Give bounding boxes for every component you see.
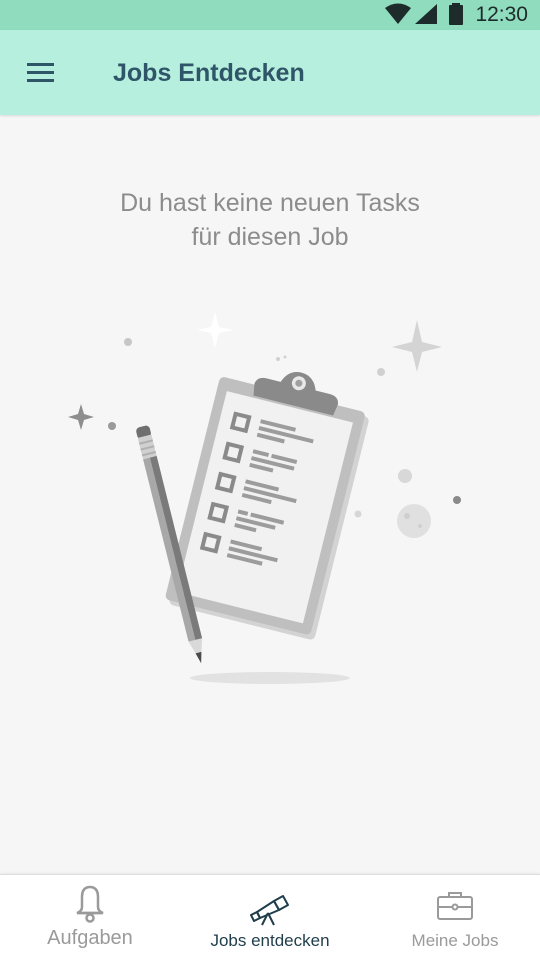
bottom-navigation: Aufgaben Jobs entdecken Meine Jobs	[0, 874, 540, 961]
nav-item-aufgaben[interactable]: Aufgaben	[0, 875, 180, 961]
nav-label-meine-jobs: Meine Jobs	[411, 931, 499, 950]
status-time: 12:30	[475, 3, 528, 26]
telescope-icon	[248, 891, 292, 932]
empty-state-line-2: für diesen Job	[191, 223, 349, 251]
cell-signal-icon	[414, 3, 438, 30]
nav-item-jobs-entdecken[interactable]: Jobs entdecken	[180, 875, 360, 961]
wifi-icon	[384, 3, 412, 30]
menu-button[interactable]	[16, 50, 68, 96]
bell-icon	[72, 885, 108, 928]
clipboard-with-pencil-illustration	[60, 300, 480, 700]
status-bar: 12:30	[0, 0, 540, 30]
empty-state-message: Du hast keine neuen Tasks für diesen Job	[70, 186, 470, 254]
briefcase-icon	[436, 891, 474, 926]
battery-icon	[448, 3, 464, 30]
page-title: Jobs Entdecken	[113, 59, 305, 87]
empty-state-line-1: Du hast keine neuen Tasks	[120, 189, 420, 217]
nav-item-meine-jobs[interactable]: Meine Jobs	[365, 875, 540, 961]
app-bar: Jobs Entdecken	[0, 30, 540, 115]
nav-label-aufgaben: Aufgaben	[47, 927, 133, 949]
nav-label-jobs-entdecken: Jobs entdecken	[210, 931, 330, 950]
